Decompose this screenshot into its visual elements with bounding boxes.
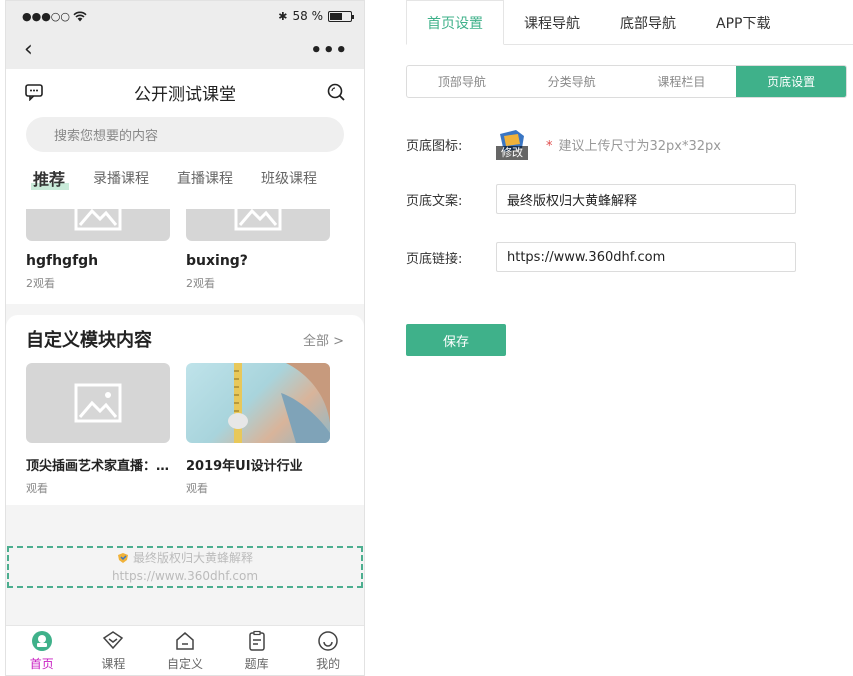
category-tab-class[interactable]: 班级课程 [261, 168, 317, 188]
wifi-icon [73, 11, 87, 21]
course-thumbnail [26, 209, 170, 241]
view-all-link[interactable]: 全部 > [303, 330, 344, 349]
footer-link-row: 页底链接: https://www.360dhf.com [406, 242, 796, 272]
footer-link-label: 页底链接: [406, 251, 463, 267]
settings-panel: 首页设置 课程导航 底部导航 APP下载 顶部导航 分类导航 课程栏目 页底设置… [406, 0, 853, 676]
tab-home-label: 首页 [29, 656, 54, 671]
course-title: 2019年UI设计行业 [186, 459, 303, 474]
signal-indicator: ●●●○○ [22, 10, 87, 23]
icon-edit-badge[interactable]: 修改 [496, 146, 528, 160]
status-bar: ●●●○○ ✱ 58 % [6, 1, 364, 31]
page-content: 公开测试课堂 搜索您想要的内容 推荐 录播课程 直播课程 班级课程 hgfhgf… [6, 69, 364, 625]
battery-icon [328, 10, 354, 22]
home-icon [31, 630, 52, 651]
category-tab-live[interactable]: 直播课程 [177, 168, 233, 188]
footer-link-input[interactable]: https://www.360dhf.com [496, 242, 796, 272]
course-list: hgfhgfgh 2观看 buxing? 2观看 [6, 209, 364, 304]
course-views: 观看 [186, 482, 208, 495]
footer-text-label: 页底文案: [406, 193, 463, 209]
course-views: 2观看 [26, 277, 55, 290]
measuring-photo-illustration [228, 363, 330, 443]
tab-home[interactable]: 首页 [12, 630, 72, 672]
footer-link: https://www.360dhf.com [111, 569, 259, 583]
icon-size-hint: * 建议上传尺寸为32px*32px [546, 135, 721, 154]
tab-home-settings[interactable]: 首页设置 [406, 0, 504, 45]
signal-dots-icon: ●●●○○ [22, 9, 70, 23]
image-placeholder-icon [74, 209, 122, 231]
course-views: 2观看 [186, 277, 215, 290]
course-card[interactable]: buxing? 2观看 [186, 209, 330, 304]
course-photo [186, 363, 330, 443]
image-placeholder-icon [74, 383, 122, 423]
footer-text-input[interactable]: 最终版权归大黄蜂解释 [496, 184, 796, 214]
custom-icon [176, 631, 194, 650]
top-tabs: 首页设置 课程导航 底部导航 APP下载 [406, 0, 853, 45]
tab-question-bank[interactable]: 题库 [227, 630, 287, 672]
course-card[interactable]: hgfhgfgh 2观看 [26, 209, 170, 304]
category-tab-recorded[interactable]: 录播课程 [93, 168, 149, 188]
course-thumbnail [186, 209, 330, 241]
back-icon[interactable]: ‹ [24, 39, 33, 61]
sub-tabs: 顶部导航 分类导航 课程栏目 页底设置 [406, 65, 847, 98]
question-bank-icon [248, 630, 265, 651]
category-tab-recommend[interactable]: 推荐 [30, 166, 70, 190]
message-icon[interactable] [24, 83, 44, 101]
subtab-course-column[interactable]: 课程栏目 [627, 66, 737, 97]
footer-text: 最终版权归大黄蜂解释 [132, 551, 253, 565]
battery-fill [330, 12, 342, 20]
bottom-tab-bar: 首页 课程 自定义 题库 我的 [6, 625, 364, 675]
course-title: 顶尖插画艺术家直播：... [26, 459, 170, 474]
search-input[interactable]: 搜索您想要的内容 [26, 117, 344, 152]
tab-custom[interactable]: 自定义 [155, 630, 215, 672]
home-header: 公开测试课堂 搜索您想要的内容 推荐 录播课程 直播课程 班级课程 [6, 69, 364, 209]
courses-icon [103, 630, 124, 649]
nav-bar: ‹ ••• [6, 31, 364, 69]
footer-logo-icon [117, 553, 128, 563]
tab-bottom-nav[interactable]: 底部导航 [600, 0, 696, 45]
footer-text-row: 页底文案: 最终版权归大黄蜂解释 [406, 184, 796, 214]
tab-course-nav[interactable]: 课程导航 [504, 0, 600, 45]
phone-preview: ●●●○○ ✱ 58 % ‹ ••• 公开测试课堂 搜索您想要的内容 推荐 录播… [5, 0, 365, 676]
footer-icon-upload[interactable]: 修改 [496, 128, 528, 160]
tab-mine-label: 我的 [316, 656, 341, 671]
subtab-category-nav[interactable]: 分类导航 [517, 66, 627, 97]
site-title: 公开测试课堂 [134, 84, 236, 105]
category-tabs: 推荐 录播课程 直播课程 班级课程 [6, 152, 364, 190]
battery-percent: 58 % [292, 9, 324, 23]
subtab-top-nav[interactable]: 顶部导航 [407, 66, 517, 97]
bluetooth-icon: ✱ [278, 9, 288, 23]
tab-courses[interactable]: 课程 [83, 630, 143, 672]
profile-icon [318, 630, 338, 651]
footer-icon-row: 页底图标: 修改 * 建议上传尺寸为32px*32px [406, 128, 721, 160]
course-thumbnail [26, 363, 170, 443]
custom-module: 自定义模块内容 全部 > 顶尖插画艺术家直播：... 观看 2019年UI设计行… [6, 315, 364, 505]
subtab-footer-settings[interactable]: 页底设置 [736, 66, 846, 97]
search-icon[interactable] [326, 82, 346, 102]
tab-app-download[interactable]: APP下载 [696, 0, 790, 45]
battery-indicator: ✱ 58 % [278, 9, 354, 23]
course-views: 观看 [26, 482, 48, 495]
footer-preview[interactable]: 最终版权归大黄蜂解释 https://www.360dhf.com [7, 546, 363, 588]
more-icon[interactable]: ••• [310, 40, 348, 61]
tab-custom-label: 自定义 [166, 656, 203, 671]
tab-mine[interactable]: 我的 [298, 630, 358, 672]
required-star: * [546, 138, 553, 154]
course-title: hgfhgfgh [26, 253, 99, 269]
tab-question-bank-label: 题库 [244, 656, 269, 671]
course-card[interactable]: 2019年UI设计行业 观看 [186, 363, 330, 496]
course-title: buxing? [186, 253, 248, 269]
course-card[interactable]: 顶尖插画艺术家直播：... 观看 [26, 363, 170, 496]
save-button[interactable]: 保存 [406, 324, 506, 356]
footer-icon-label: 页底图标: [406, 138, 463, 154]
tab-courses-label: 课程 [101, 656, 126, 671]
custom-module-title: 自定义模块内容 [26, 330, 152, 351]
image-placeholder-icon [234, 209, 282, 231]
icon-hint-text: 建议上传尺寸为32px*32px [558, 138, 721, 154]
